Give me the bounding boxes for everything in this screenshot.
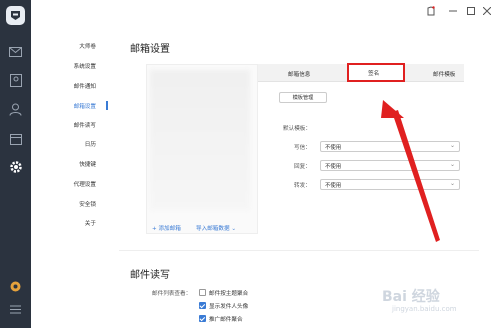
list-view-label: 邮件列表查看： xyxy=(152,291,192,297)
reading-section-title: 邮件读写 xyxy=(130,270,170,281)
option-thread-checkbox[interactable] xyxy=(199,289,206,296)
watermark-url: jingyan.baidu.com xyxy=(392,305,457,313)
option-avatar-label: 显示发件人头像 xyxy=(209,304,249,310)
option-avatar-checkbox[interactable] xyxy=(199,302,206,309)
watermark-logo: Bai 经验 xyxy=(382,289,440,305)
option-promo-checkbox[interactable] xyxy=(199,315,206,322)
option-thread-label: 邮件按主题聚合 xyxy=(209,291,249,297)
annotation-arrow xyxy=(381,100,440,242)
section-divider xyxy=(119,250,479,251)
option-promo-label: 推广邮件聚合 xyxy=(209,317,243,323)
